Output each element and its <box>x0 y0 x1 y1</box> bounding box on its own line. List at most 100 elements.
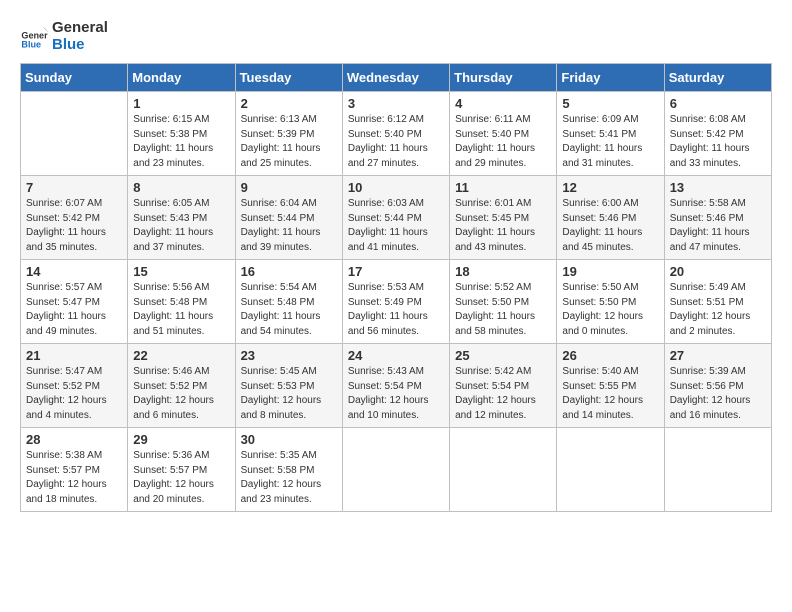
day-number: 25 <box>455 348 551 363</box>
day-cell: 24 Sunrise: 5:43 AM Sunset: 5:54 PM Dayli… <box>342 344 449 428</box>
day-info: Sunrise: 6:01 AM Sunset: 5:45 PM Dayligh… <box>455 197 551 255</box>
col-header-thursday: Thursday <box>450 64 557 92</box>
day-info: Sunrise: 6:07 AM Sunset: 5:42 PM Dayligh… <box>26 197 122 255</box>
day-info: Sunrise: 5:46 AM Sunset: 5:52 PM Dayligh… <box>133 365 229 423</box>
day-number: 19 <box>562 264 658 279</box>
logo-general: General <box>52 20 108 37</box>
day-number: 18 <box>455 264 551 279</box>
day-number: 29 <box>133 432 229 447</box>
day-info: Sunrise: 5:43 AM Sunset: 5:54 PM Dayligh… <box>348 365 444 423</box>
day-cell: 23 Sunrise: 5:45 AM Sunset: 5:53 PM Dayli… <box>235 344 342 428</box>
day-cell <box>664 428 771 512</box>
column-headers: SundayMondayTuesdayWednesdayThursdayFrid… <box>21 64 772 92</box>
day-number: 26 <box>562 348 658 363</box>
day-number: 13 <box>670 180 766 195</box>
week-row-4: 21 Sunrise: 5:47 AM Sunset: 5:52 PM Dayli… <box>21 344 772 428</box>
day-info: Sunrise: 5:49 AM Sunset: 5:51 PM Dayligh… <box>670 281 766 339</box>
day-info: Sunrise: 6:12 AM Sunset: 5:40 PM Dayligh… <box>348 113 444 171</box>
day-number: 5 <box>562 96 658 111</box>
day-number: 6 <box>670 96 766 111</box>
day-cell: 28 Sunrise: 5:38 AM Sunset: 5:57 PM Dayli… <box>21 428 128 512</box>
day-cell: 17Sunrise: 5:53 AM Sunset: 5:49 PM Dayli… <box>342 260 449 344</box>
calendar-table: SundayMondayTuesdayWednesdayThursdayFrid… <box>20 63 772 512</box>
day-cell: 1Sunrise: 6:15 AM Sunset: 5:38 PM Daylig… <box>128 92 235 176</box>
day-number: 14 <box>26 264 122 279</box>
week-row-2: 7 Sunrise: 6:07 AM Sunset: 5:42 PM Daylig… <box>21 176 772 260</box>
day-info: Sunrise: 6:08 AM Sunset: 5:42 PM Dayligh… <box>670 113 766 171</box>
col-header-sunday: Sunday <box>21 64 128 92</box>
day-cell: 14 Sunrise: 5:57 AM Sunset: 5:47 PM Dayli… <box>21 260 128 344</box>
week-row-1: 1Sunrise: 6:15 AM Sunset: 5:38 PM Daylig… <box>21 92 772 176</box>
day-cell: 15 Sunrise: 5:56 AM Sunset: 5:48 PM Dayli… <box>128 260 235 344</box>
day-cell <box>450 428 557 512</box>
day-number: 2 <box>241 96 337 111</box>
day-info: Sunrise: 6:05 AM Sunset: 5:43 PM Dayligh… <box>133 197 229 255</box>
day-cell: 5 Sunrise: 6:09 AM Sunset: 5:41 PM Daylig… <box>557 92 664 176</box>
day-number: 10 <box>348 180 444 195</box>
col-header-tuesday: Tuesday <box>235 64 342 92</box>
day-cell: 30Sunrise: 5:35 AM Sunset: 5:58 PM Dayli… <box>235 428 342 512</box>
day-cell: 16 Sunrise: 5:54 AM Sunset: 5:48 PM Dayli… <box>235 260 342 344</box>
day-cell: 26Sunrise: 5:40 AM Sunset: 5:55 PM Dayli… <box>557 344 664 428</box>
day-number: 21 <box>26 348 122 363</box>
week-row-3: 14 Sunrise: 5:57 AM Sunset: 5:47 PM Dayli… <box>21 260 772 344</box>
day-cell <box>557 428 664 512</box>
day-number: 30 <box>241 432 337 447</box>
day-info: Sunrise: 6:03 AM Sunset: 5:44 PM Dayligh… <box>348 197 444 255</box>
day-cell: 29 Sunrise: 5:36 AM Sunset: 5:57 PM Dayli… <box>128 428 235 512</box>
day-info: Sunrise: 5:47 AM Sunset: 5:52 PM Dayligh… <box>26 365 122 423</box>
day-info: Sunrise: 6:15 AM Sunset: 5:38 PM Dayligh… <box>133 113 229 171</box>
day-cell: 6 Sunrise: 6:08 AM Sunset: 5:42 PM Daylig… <box>664 92 771 176</box>
day-number: 24 <box>348 348 444 363</box>
day-info: Sunrise: 5:58 AM Sunset: 5:46 PM Dayligh… <box>670 197 766 255</box>
svg-text:Blue: Blue <box>21 39 41 49</box>
col-header-saturday: Saturday <box>664 64 771 92</box>
day-info: Sunrise: 5:39 AM Sunset: 5:56 PM Dayligh… <box>670 365 766 423</box>
day-info: Sunrise: 5:38 AM Sunset: 5:57 PM Dayligh… <box>26 449 122 507</box>
day-info: Sunrise: 6:04 AM Sunset: 5:44 PM Dayligh… <box>241 197 337 255</box>
day-info: Sunrise: 6:09 AM Sunset: 5:41 PM Dayligh… <box>562 113 658 171</box>
day-number: 15 <box>133 264 229 279</box>
day-number: 20 <box>670 264 766 279</box>
day-number: 7 <box>26 180 122 195</box>
day-info: Sunrise: 5:56 AM Sunset: 5:48 PM Dayligh… <box>133 281 229 339</box>
col-header-wednesday: Wednesday <box>342 64 449 92</box>
day-cell: 10 Sunrise: 6:03 AM Sunset: 5:44 PM Dayli… <box>342 176 449 260</box>
week-row-5: 28 Sunrise: 5:38 AM Sunset: 5:57 PM Dayli… <box>21 428 772 512</box>
day-cell: 21 Sunrise: 5:47 AM Sunset: 5:52 PM Dayli… <box>21 344 128 428</box>
day-info: Sunrise: 5:36 AM Sunset: 5:57 PM Dayligh… <box>133 449 229 507</box>
day-cell: 27 Sunrise: 5:39 AM Sunset: 5:56 PM Dayli… <box>664 344 771 428</box>
day-cell: 8 Sunrise: 6:05 AM Sunset: 5:43 PM Daylig… <box>128 176 235 260</box>
day-cell: 7 Sunrise: 6:07 AM Sunset: 5:42 PM Daylig… <box>21 176 128 260</box>
day-number: 9 <box>241 180 337 195</box>
day-info: Sunrise: 5:52 AM Sunset: 5:50 PM Dayligh… <box>455 281 551 339</box>
day-number: 4 <box>455 96 551 111</box>
day-cell: 25Sunrise: 5:42 AM Sunset: 5:54 PM Dayli… <box>450 344 557 428</box>
day-cell <box>342 428 449 512</box>
day-cell: 11Sunrise: 6:01 AM Sunset: 5:45 PM Dayli… <box>450 176 557 260</box>
day-number: 27 <box>670 348 766 363</box>
logo: General Blue General Blue <box>20 20 108 53</box>
day-number: 23 <box>241 348 337 363</box>
day-cell: 19Sunrise: 5:50 AM Sunset: 5:50 PM Dayli… <box>557 260 664 344</box>
day-number: 8 <box>133 180 229 195</box>
day-number: 28 <box>26 432 122 447</box>
day-number: 22 <box>133 348 229 363</box>
logo-icon: General Blue <box>20 23 48 51</box>
day-info: Sunrise: 6:00 AM Sunset: 5:46 PM Dayligh… <box>562 197 658 255</box>
day-cell: 9 Sunrise: 6:04 AM Sunset: 5:44 PM Daylig… <box>235 176 342 260</box>
day-cell: 18 Sunrise: 5:52 AM Sunset: 5:50 PM Dayli… <box>450 260 557 344</box>
day-cell: 20 Sunrise: 5:49 AM Sunset: 5:51 PM Dayli… <box>664 260 771 344</box>
day-info: Sunrise: 6:13 AM Sunset: 5:39 PM Dayligh… <box>241 113 337 171</box>
day-info: Sunrise: 6:11 AM Sunset: 5:40 PM Dayligh… <box>455 113 551 171</box>
day-info: Sunrise: 5:45 AM Sunset: 5:53 PM Dayligh… <box>241 365 337 423</box>
day-number: 12 <box>562 180 658 195</box>
day-cell: 22 Sunrise: 5:46 AM Sunset: 5:52 PM Dayli… <box>128 344 235 428</box>
day-info: Sunrise: 5:57 AM Sunset: 5:47 PM Dayligh… <box>26 281 122 339</box>
day-cell <box>21 92 128 176</box>
day-info: Sunrise: 5:53 AM Sunset: 5:49 PM Dayligh… <box>348 281 444 339</box>
day-number: 16 <box>241 264 337 279</box>
day-info: Sunrise: 5:54 AM Sunset: 5:48 PM Dayligh… <box>241 281 337 339</box>
header: General Blue General Blue <box>20 20 772 53</box>
day-cell: 12 Sunrise: 6:00 AM Sunset: 5:46 PM Dayli… <box>557 176 664 260</box>
